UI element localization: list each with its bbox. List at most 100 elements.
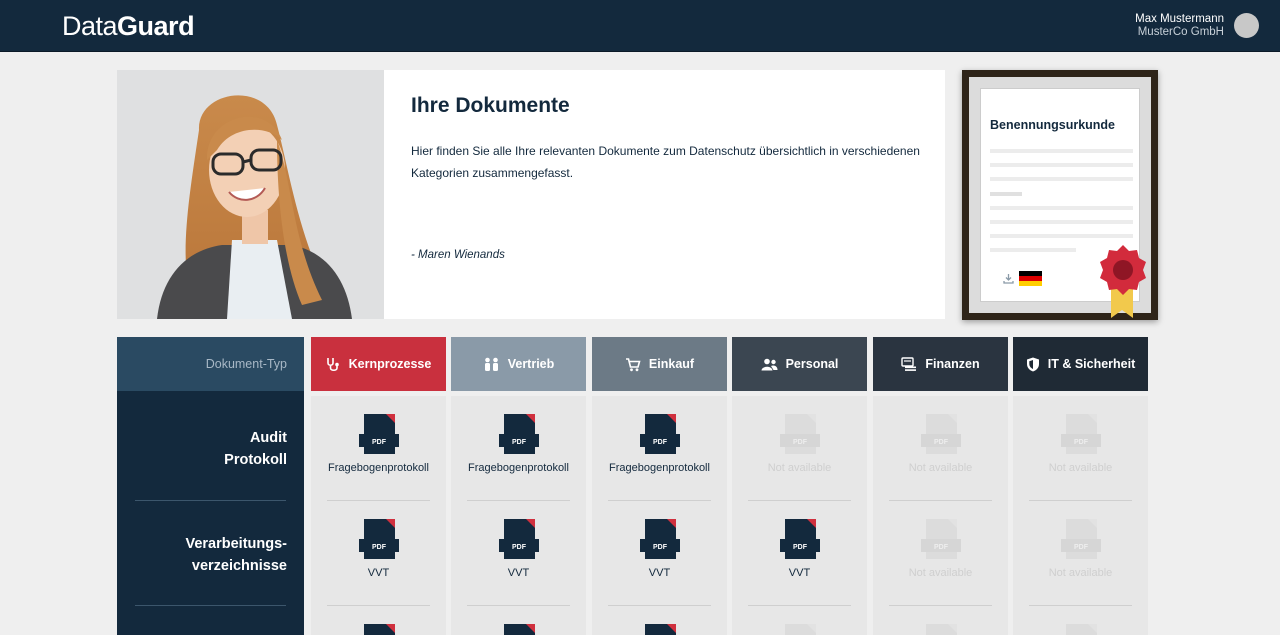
pdf-file-icon	[503, 624, 535, 635]
unavailable-document: PDF Not available	[1013, 518, 1148, 579]
document-label: Fragebogenprotokoll	[468, 462, 569, 474]
pdf-document-link[interactable]: PDF VVT	[732, 518, 867, 579]
logo-text-data: Data	[62, 11, 118, 41]
pdf-document-link[interactable]: PDF Fragebogenprotokoll	[451, 413, 586, 474]
cell-divider	[327, 605, 430, 606]
text-placeholder-line	[990, 163, 1133, 167]
svg-text:PDF: PDF	[653, 439, 668, 446]
pdf-document-link[interactable]: PDF VVT	[592, 518, 727, 579]
author-signature: - Maren Wienands	[411, 249, 505, 261]
svg-text:PDF: PDF	[1074, 439, 1089, 446]
tab-personal[interactable]: Personal	[732, 337, 867, 391]
svg-text:PDF: PDF	[512, 439, 527, 446]
certificate-title: Benennungsurkunde	[990, 118, 1116, 132]
tab-finanzen[interactable]: Finanzen	[873, 337, 1008, 391]
seal-icon	[1100, 245, 1146, 318]
pdf-file-icon: PDF	[779, 519, 820, 559]
unavailable-document: PDF Not available	[1013, 413, 1148, 474]
svg-text:PDF: PDF	[793, 544, 808, 551]
tab-einkauf[interactable]: Einkauf	[592, 337, 727, 391]
row-divider	[135, 500, 286, 501]
pdf-document-link-partial	[873, 623, 1008, 635]
unavailable-document: PDF Not available	[732, 413, 867, 474]
svg-text:PDF: PDF	[934, 439, 949, 446]
row-label-line: Audit	[249, 430, 287, 446]
tab-label: Vertrieb	[507, 357, 555, 371]
pdf-file-icon: PDF	[498, 519, 539, 559]
tab-kernprozesse[interactable]: Kernprozesse	[311, 337, 446, 391]
unavailable-document: PDF Not available	[873, 518, 1008, 579]
user-company: MusterCo GmbH	[1137, 26, 1224, 38]
text-placeholder-line	[990, 248, 1076, 252]
pdf-file-icon: PDF	[920, 414, 961, 454]
de-flag-icon[interactable]	[1019, 271, 1042, 286]
pdf-document-link[interactable]: PDF Fragebogenprotokoll	[311, 413, 446, 474]
row-label-verarbeitungsverzeichnisse: Verarbeitungs- verzeichnisse	[117, 533, 304, 577]
document-label: VVT	[507, 567, 530, 579]
tab-label: Einkauf	[648, 357, 695, 371]
tab-label: Kernprozesse	[348, 357, 432, 371]
author-photo	[117, 70, 384, 319]
text-placeholder-line	[990, 192, 1022, 196]
document-label: VVT	[648, 567, 671, 579]
pdf-file-icon: PDF	[358, 519, 399, 559]
svg-text:PDF: PDF	[934, 544, 949, 551]
document-label: VVT	[788, 567, 811, 579]
pdf-document-link[interactable]: PDF VVT	[451, 518, 586, 579]
stethoscope-icon	[326, 357, 339, 371]
user-menu[interactable]: Max Mustermann MusterCo GmbH	[1135, 13, 1224, 39]
pdf-file-icon	[925, 624, 957, 635]
cell-divider	[467, 500, 570, 501]
text-placeholder-line	[990, 234, 1133, 238]
tab-vertrieb[interactable]: Vertrieb	[451, 337, 586, 391]
pdf-document-link-partial[interactable]	[311, 623, 446, 635]
document-label: Fragebogenprotokoll	[609, 462, 710, 474]
intro-card: Ihre Dokumente Hier finden Sie alle Ihre…	[384, 70, 945, 319]
cell-divider	[608, 500, 711, 501]
tab-it-sicherheit[interactable]: IT & Sicherheit	[1013, 337, 1148, 391]
document-label: Not available	[908, 462, 973, 474]
svg-text:PDF: PDF	[372, 544, 387, 551]
pdf-file-icon	[1065, 624, 1097, 635]
avatar[interactable]	[1234, 13, 1259, 38]
shield-icon	[1026, 357, 1039, 371]
cell-divider	[1029, 605, 1132, 606]
intro-text: Hier finden Sie alle Ihre relevanten Dok…	[411, 144, 920, 180]
pdf-document-link[interactable]: PDF VVT	[311, 518, 446, 579]
unavailable-document: PDF Not available	[873, 413, 1008, 474]
logo-text-guard: Guard	[117, 11, 195, 41]
people-icon	[484, 357, 498, 371]
pdf-file-icon: PDF	[779, 414, 820, 454]
text-placeholder-line	[990, 149, 1133, 153]
svg-text:PDF: PDF	[512, 544, 527, 551]
row-label-line: verzeichnisse	[191, 558, 287, 574]
cell-divider	[889, 500, 992, 501]
text-placeholder-line	[990, 206, 1133, 210]
document-label: Not available	[908, 567, 973, 579]
document-label: Not available	[767, 462, 832, 474]
cell-divider	[1029, 500, 1132, 501]
cell-divider	[889, 605, 992, 606]
pdf-document-link-partial	[732, 623, 867, 635]
tab-label: Finanzen	[925, 357, 980, 371]
pdf-file-icon: PDF	[498, 414, 539, 454]
document-label: Not available	[1048, 567, 1113, 579]
dataguard-logo[interactable]: DataGuard	[62, 11, 195, 42]
text-placeholder-line	[990, 177, 1133, 181]
svg-text:PDF: PDF	[1074, 544, 1089, 551]
document-label: VVT	[367, 567, 390, 579]
row-label-line: Verarbeitungs-	[185, 536, 287, 552]
cell-divider	[748, 500, 851, 501]
cell-divider	[608, 605, 711, 606]
pdf-document-link-partial[interactable]	[451, 623, 586, 635]
users-icon	[761, 358, 778, 370]
certificate-frame[interactable]: Benennungsurkunde	[962, 70, 1158, 320]
pdf-file-icon	[784, 624, 816, 635]
pdf-document-link-partial[interactable]	[592, 623, 727, 635]
money-icon	[901, 356, 917, 371]
pdf-file-icon	[644, 624, 676, 635]
pdf-document-link[interactable]: PDF Fragebogenprotokoll	[592, 413, 727, 474]
pdf-file-icon	[363, 624, 395, 635]
document-label: Fragebogenprotokoll	[328, 462, 429, 474]
download-icon[interactable]	[1003, 273, 1014, 284]
